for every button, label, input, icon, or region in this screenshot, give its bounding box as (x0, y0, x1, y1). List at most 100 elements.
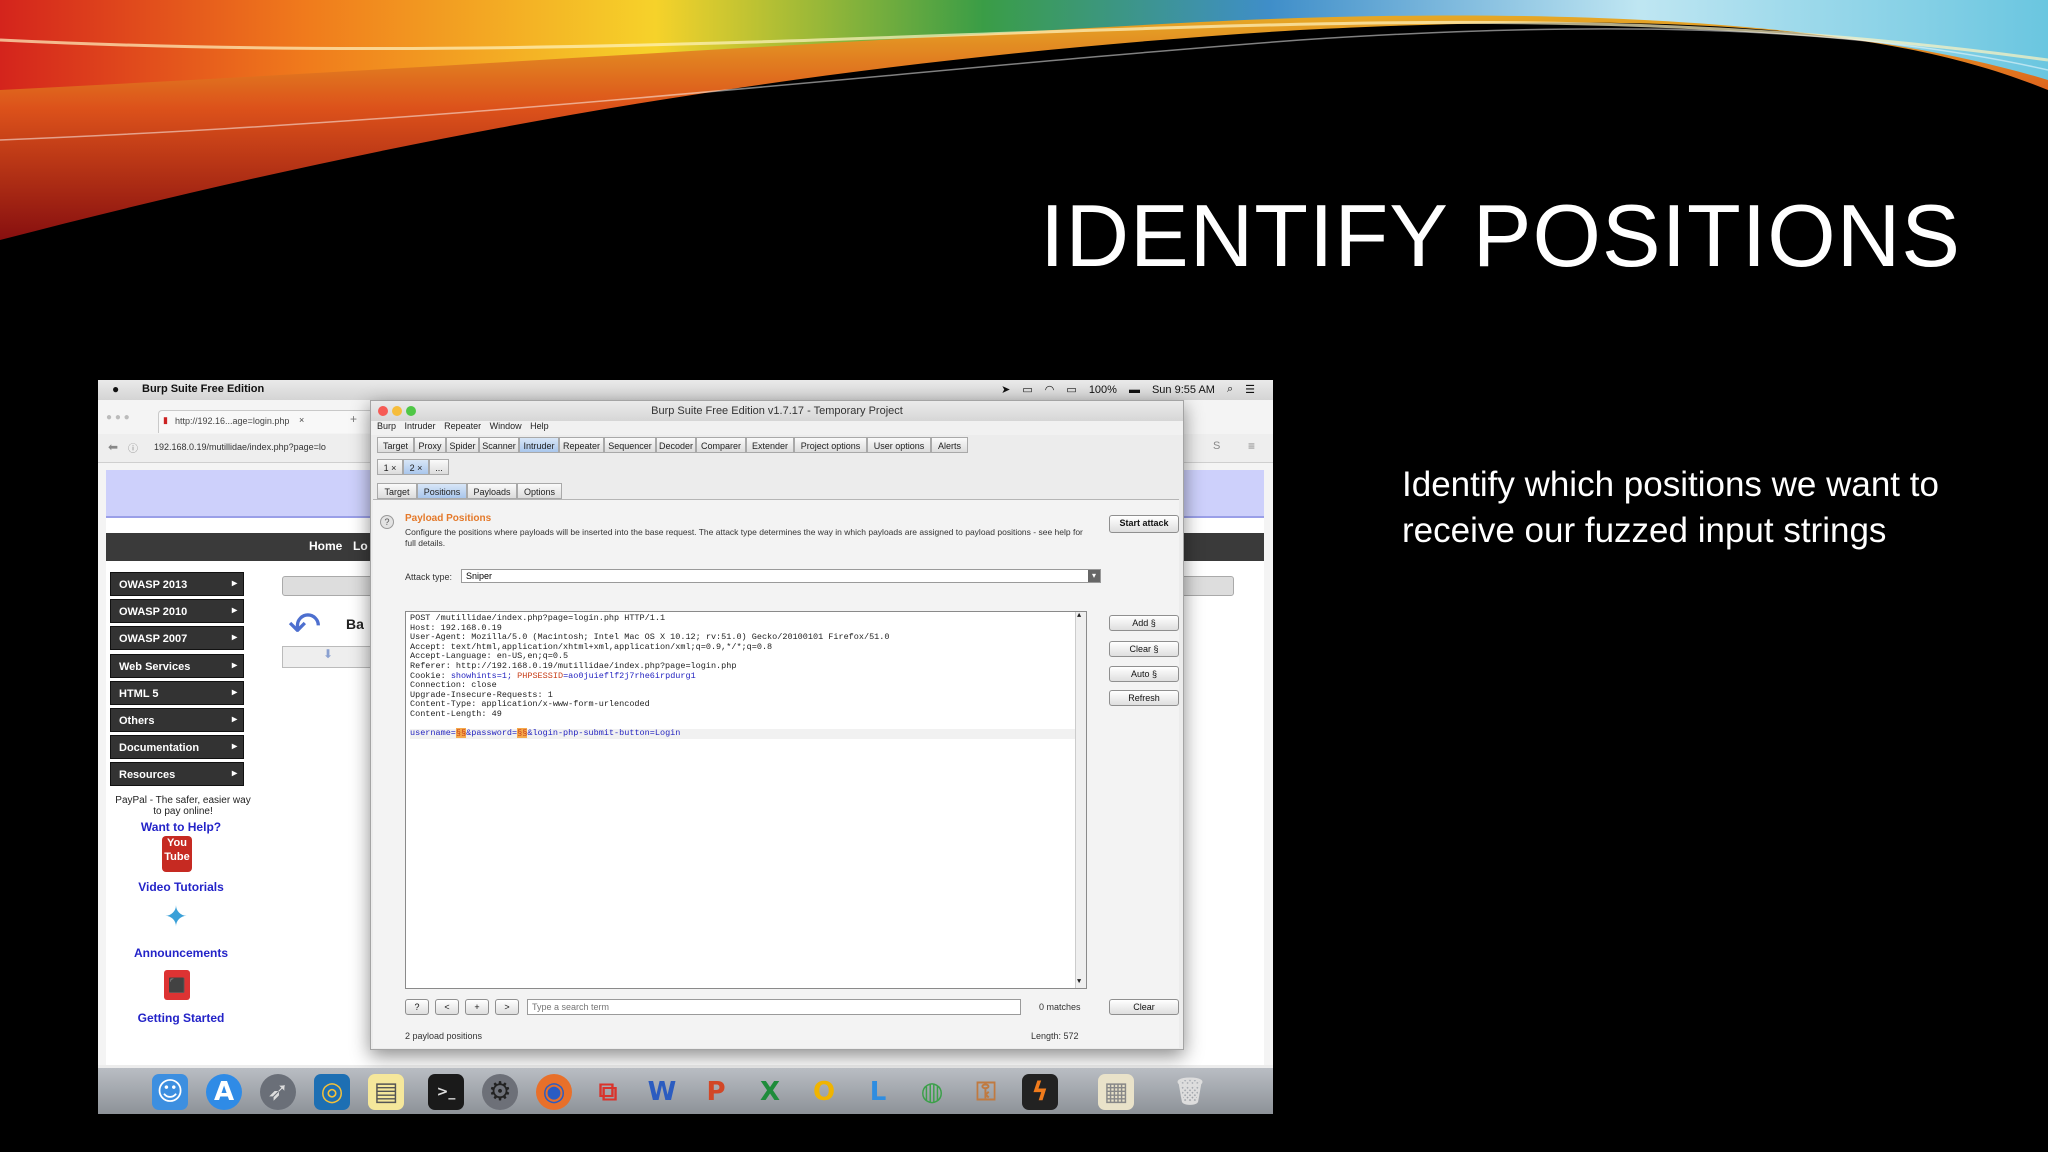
word-icon[interactable]: W (644, 1074, 680, 1110)
wifi-icon[interactable]: ◠ (1045, 383, 1055, 396)
search-prev-button[interactable]: < (435, 999, 459, 1015)
display-icon[interactable]: ▭ (1066, 383, 1076, 396)
menu-help[interactable]: Help (530, 421, 549, 431)
want-to-help-link[interactable]: Want to Help? (106, 820, 256, 834)
tab-comparer[interactable]: Comparer (696, 437, 746, 453)
add-marker-button[interactable]: Add § (1109, 615, 1179, 631)
browser-menu-icon[interactable]: ≡ (1248, 439, 1255, 453)
select-arrow-icon[interactable]: ▾ (1088, 570, 1100, 582)
tab-spider[interactable]: Spider (446, 437, 479, 453)
scroll-up-icon[interactable]: ▲ (1077, 612, 1081, 622)
pdf-icon[interactable]: ⬛ (164, 970, 190, 1000)
outlook-icon[interactable]: O (806, 1074, 842, 1110)
airplay-icon[interactable]: ▭ (1022, 383, 1032, 396)
search-next-button[interactable]: + (465, 999, 489, 1015)
tab-project-options[interactable]: Project options (794, 437, 867, 453)
burp-suite-icon[interactable]: ϟ (1022, 1074, 1058, 1110)
tab-decoder[interactable]: Decoder (656, 437, 696, 453)
getting-started-link[interactable]: Getting Started (106, 1011, 256, 1025)
sidebar-item-documentation[interactable]: Documentation (110, 735, 244, 759)
menubar-app-name[interactable]: Burp Suite Free Edition (142, 383, 264, 395)
sidebar-item-html5[interactable]: HTML 5 (110, 681, 244, 705)
subtab-positions[interactable]: Positions (417, 483, 467, 499)
zoom-window-icon[interactable] (406, 406, 416, 416)
sidebar-item-others[interactable]: Others (110, 708, 244, 732)
tab-repeater[interactable]: Repeater (559, 437, 604, 453)
menu-burp[interactable]: Burp (377, 421, 396, 431)
tab-sequencer[interactable]: Sequencer (604, 437, 656, 453)
search-input[interactable] (527, 999, 1021, 1015)
video-tutorials-link[interactable]: Video Tutorials (106, 880, 256, 894)
info-icon[interactable]: ⓘ (128, 440, 138, 455)
back-icon[interactable]: ↶ (288, 604, 322, 650)
preview-icon[interactable]: ▦ (1098, 1074, 1134, 1110)
terminal-icon[interactable]: >_ (428, 1074, 464, 1110)
tab-scanner[interactable]: Scanner (479, 437, 519, 453)
subtab-payloads[interactable]: Payloads (467, 483, 517, 499)
auto-markers-button[interactable]: Auto § (1109, 666, 1179, 682)
tab-close-icon[interactable]: × (299, 415, 304, 425)
sidebar-item-owasp-2007[interactable]: OWASP 2007 (110, 626, 244, 650)
help-icon[interactable]: ? (380, 515, 394, 529)
editor-scrollbar[interactable]: ▲ ▼ (1075, 612, 1086, 988)
back-label[interactable]: Ba (346, 616, 364, 632)
tab-target[interactable]: Target (377, 437, 414, 453)
tab-user-options[interactable]: User options (867, 437, 931, 453)
sidebar-item-resources[interactable]: Resources (110, 762, 244, 786)
nav-login-link[interactable]: Lo (353, 539, 368, 553)
powerpoint-icon[interactable]: P (698, 1074, 734, 1110)
window-controls-icon[interactable]: ● ● ● (106, 412, 130, 423)
parallels-icon[interactable]: ⧉ (590, 1074, 626, 1110)
tab-intruder[interactable]: Intruder (519, 437, 559, 453)
excel-icon[interactable]: X (752, 1074, 788, 1110)
request-editor[interactable]: POST /mutillidae/index.php?page=login.ph… (405, 611, 1087, 989)
clear-markers-button[interactable]: Clear § (1109, 641, 1179, 657)
wireshark-icon[interactable]: ◎ (314, 1074, 350, 1110)
keychain-icon[interactable]: ⚿ (968, 1074, 1004, 1110)
spotlight-icon[interactable]: ⌕ (1227, 383, 1233, 396)
menu-repeater[interactable]: Repeater (444, 421, 481, 431)
attack-tab-2[interactable]: 2 × (403, 459, 429, 475)
search-forward-button[interactable]: > (495, 999, 519, 1015)
tab-proxy[interactable]: Proxy (414, 437, 446, 453)
attack-tab-1[interactable]: 1 × (377, 459, 403, 475)
menubar-clock[interactable]: Sun 9:55 AM (1152, 384, 1215, 396)
firefox-icon[interactable]: ◉ (536, 1074, 572, 1110)
trash-icon[interactable]: 🗑 (1172, 1074, 1208, 1110)
twitter-bird-icon[interactable]: ✦ (158, 902, 194, 932)
apple-icon[interactable]: ● (112, 382, 119, 396)
youtube-icon[interactable]: You Tube (162, 836, 192, 872)
battery-icon[interactable]: ▬ (1129, 384, 1140, 396)
notification-center-icon[interactable]: ☰ (1245, 383, 1255, 396)
scroll-down-icon[interactable]: ▼ (1077, 978, 1081, 988)
menu-window[interactable]: Window (490, 421, 522, 431)
search-help-button[interactable]: ? (405, 999, 429, 1015)
start-attack-button[interactable]: Start attack (1109, 515, 1179, 533)
attack-tab-new[interactable]: ... (429, 459, 449, 475)
launchpad-icon[interactable]: ➶ (260, 1074, 296, 1110)
app-store-icon[interactable]: A (206, 1074, 242, 1110)
extension-icon[interactable]: S (1213, 440, 1220, 452)
sidebar-item-owasp-2013[interactable]: OWASP 2013 (110, 572, 244, 596)
menu-intruder[interactable]: Intruder (405, 421, 436, 431)
attack-type-select[interactable]: Sniper ▾ (461, 569, 1101, 583)
tab-alerts[interactable]: Alerts (931, 437, 968, 453)
sidebar-item-web-services[interactable]: Web Services (110, 654, 244, 678)
back-arrow-icon[interactable]: ⬅ (108, 440, 118, 454)
down-arrow-icon[interactable]: ⬇ (282, 646, 374, 668)
announcements-link[interactable]: Announcements (106, 946, 256, 960)
notes-icon[interactable]: ▤ (368, 1074, 404, 1110)
finder-icon[interactable]: ☺ (152, 1074, 188, 1110)
minimize-window-icon[interactable] (392, 406, 402, 416)
subtab-target[interactable]: Target (377, 483, 417, 499)
location-icon[interactable]: ➤ (1001, 383, 1010, 396)
nav-home-link[interactable]: Home (309, 539, 342, 553)
refresh-button[interactable]: Refresh (1109, 690, 1179, 706)
url-bar[interactable]: 192.168.0.19/mutillidae/index.php?page=l… (154, 442, 326, 452)
subtab-options[interactable]: Options (517, 483, 562, 499)
lync-icon[interactable]: L (860, 1074, 896, 1110)
system-preferences-icon[interactable]: ⚙ (482, 1074, 518, 1110)
new-tab-icon[interactable]: + (350, 412, 357, 426)
sidebar-item-owasp-2010[interactable]: OWASP 2010 (110, 599, 244, 623)
network-icon[interactable]: ◍ (914, 1074, 950, 1110)
